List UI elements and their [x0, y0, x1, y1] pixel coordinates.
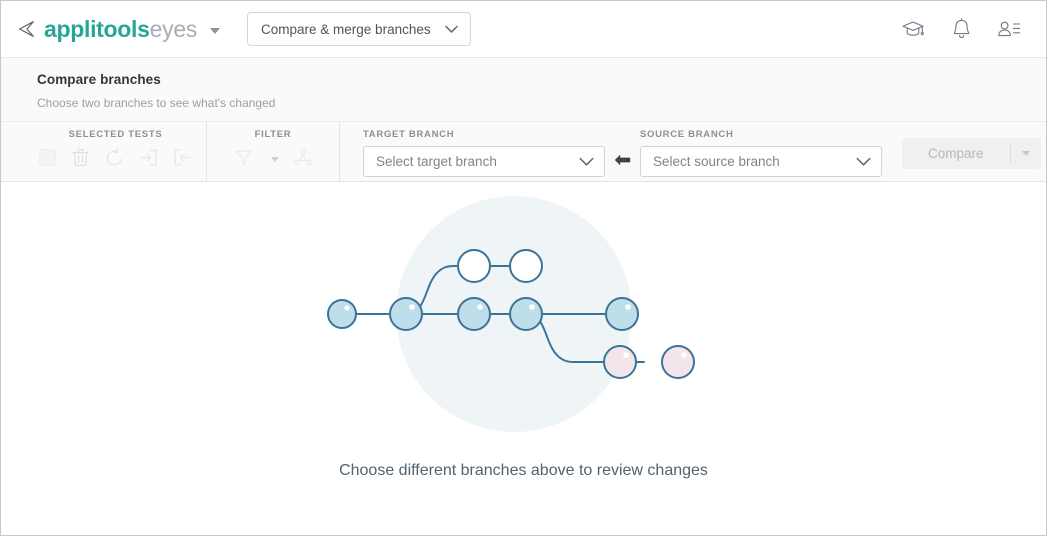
top-navigation-bar: applitoolseyes Compare & merge branches [1, 1, 1046, 58]
bell-icon[interactable] [948, 16, 974, 42]
page-header: Compare branches Choose two branches to … [1, 58, 1046, 122]
page-subtitle: Choose two branches to see what's change… [37, 96, 276, 110]
brand-secondary: eyes [149, 15, 198, 42]
source-branch-field: SOURCE BRANCH Select source branch [640, 122, 882, 181]
applitools-eyes-logo[interactable]: applitoolseyes [15, 15, 221, 42]
compare-button-label: Compare [928, 146, 984, 161]
application-window: applitoolseyes Compare & merge branches [0, 0, 1047, 536]
chevron-down-icon [579, 157, 594, 166]
empty-state-message: Choose different branches above to revie… [339, 462, 708, 479]
page-title: Compare branches [37, 72, 161, 87]
target-branch-field: TARGET BRANCH Select target branch [340, 122, 605, 181]
applitools-arrow-icon [18, 21, 34, 37]
target-branch-label: TARGET BRANCH [363, 129, 455, 140]
chevron-down-icon [856, 157, 871, 166]
empty-state: Choose different branches above to revie… [1, 182, 1046, 535]
topbar-action-icons [900, 16, 1022, 42]
branch-graph-illustration [326, 196, 695, 432]
graduation-cap-icon[interactable] [900, 16, 926, 42]
selected-tests-group: SELECTED TESTS [25, 122, 207, 181]
compare-button-wrapper: Compare [902, 122, 1041, 181]
trash-icon[interactable] [70, 147, 90, 167]
brand-wordmark: applitoolseyes [44, 15, 198, 42]
filter-actions [233, 147, 313, 167]
caret-down-icon [1021, 151, 1030, 156]
filter-funnel-icon[interactable] [233, 147, 253, 167]
undo-icon[interactable] [104, 147, 124, 167]
arrow-left-icon [614, 154, 631, 166]
copy-out-icon[interactable] [172, 147, 192, 167]
compare-button[interactable]: Compare [902, 138, 1041, 169]
caret-down-icon[interactable] [210, 27, 221, 34]
user-account-icon[interactable] [996, 16, 1022, 42]
filter-label: FILTER [254, 129, 292, 140]
context-selector-label: Compare & merge branches [261, 21, 431, 37]
context-selector[interactable]: Compare & merge branches [247, 12, 471, 46]
target-branch-placeholder: Select target branch [376, 154, 497, 169]
filter-group: FILTER [207, 122, 340, 181]
selected-tests-actions [39, 147, 192, 167]
chevron-down-icon [444, 25, 458, 33]
filter-dropdown-caret-icon[interactable] [271, 156, 279, 162]
merge-into-icon[interactable] [138, 147, 158, 167]
brand-primary: applitools [44, 15, 150, 42]
compare-button-dropdown[interactable] [1011, 138, 1041, 169]
source-branch-label: SOURCE BRANCH [640, 129, 734, 140]
select-all-checkbox[interactable] [39, 148, 56, 166]
source-branch-placeholder: Select source branch [653, 154, 780, 169]
direction-arrow-wrapper [614, 122, 631, 181]
branch-toolbar: SELECTED TESTS FILTER TARGET BRANCH Sele… [1, 122, 1046, 182]
branch-tree-icon[interactable] [293, 147, 313, 167]
target-branch-select[interactable]: Select target branch [363, 146, 605, 177]
source-branch-select[interactable]: Select source branch [640, 146, 882, 177]
selected-tests-label: SELECTED TESTS [68, 129, 163, 140]
